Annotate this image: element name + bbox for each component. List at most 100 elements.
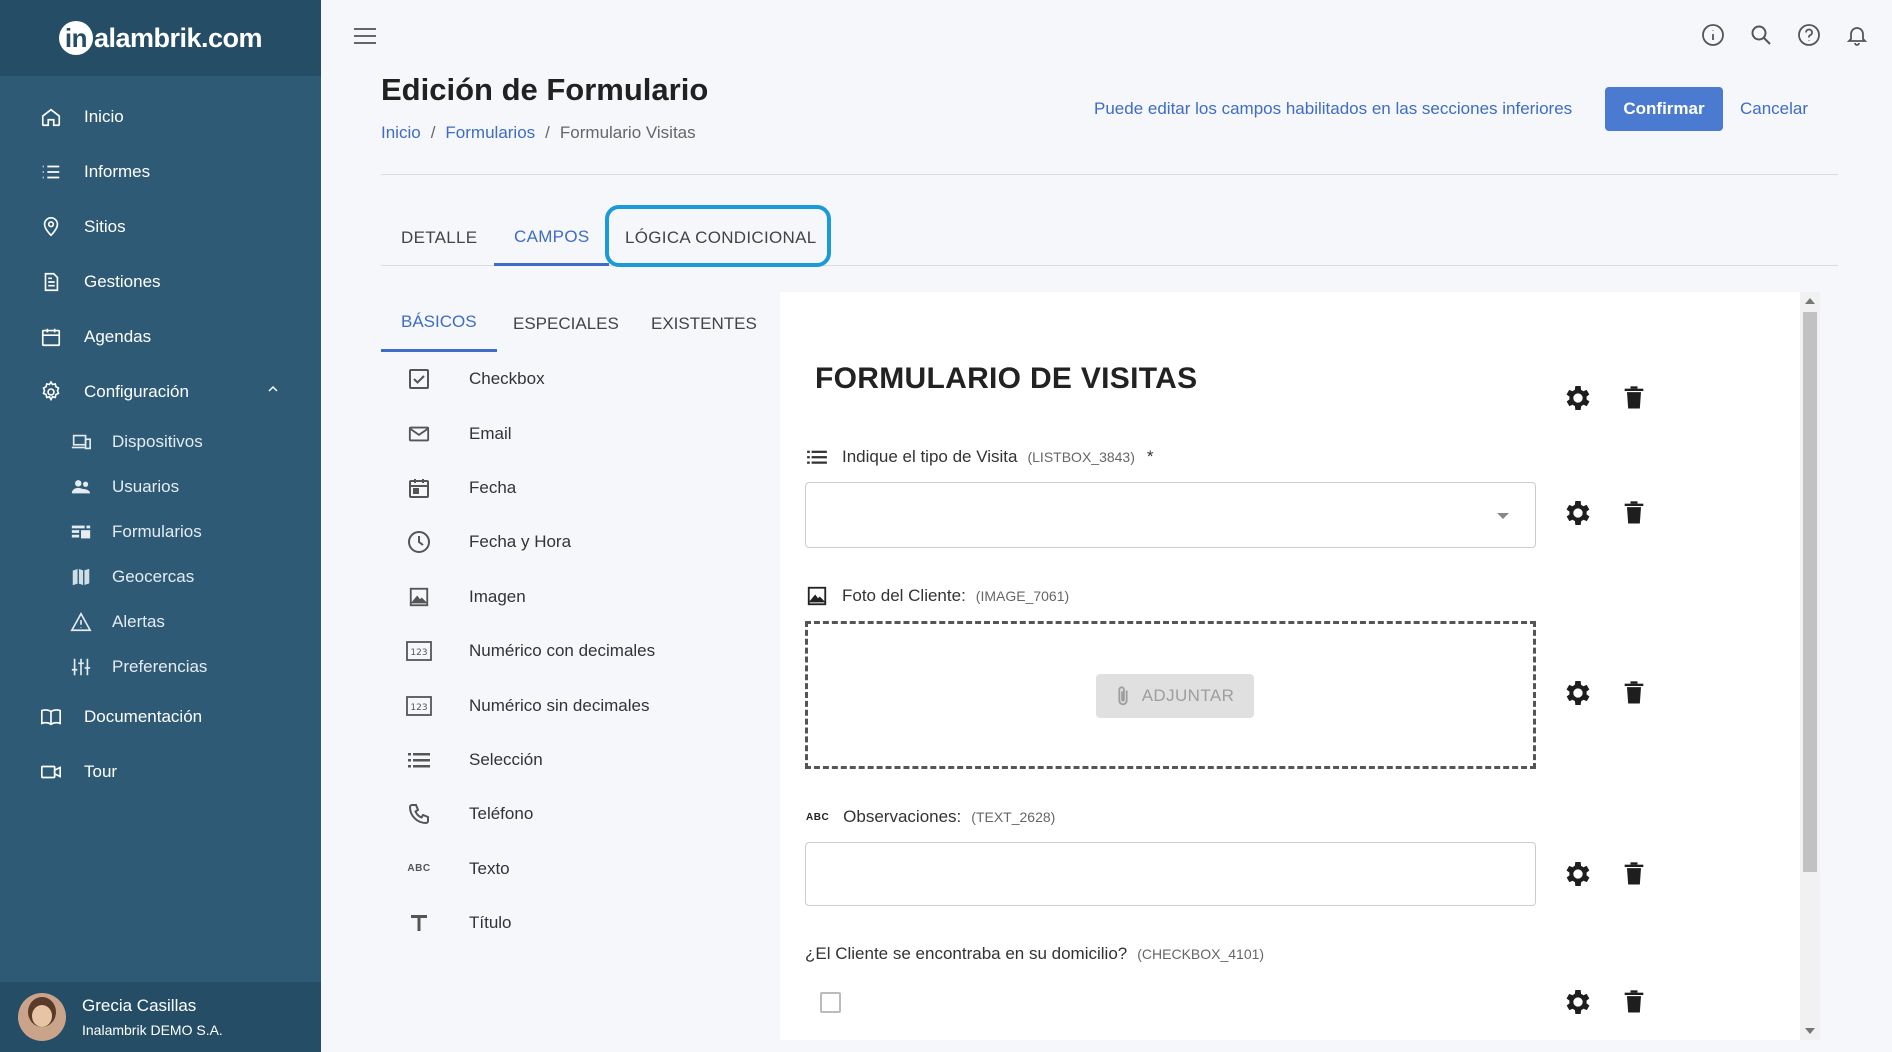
tab-campos[interactable]: CAMPOS	[494, 210, 610, 266]
svg-text:123: 123	[410, 703, 427, 713]
field-type-imagen[interactable]: Imagen	[381, 570, 741, 624]
breadcrumb-separator: /	[430, 123, 436, 142]
form-icon	[68, 519, 94, 545]
form-preview-panel: FORMULARIO DE VISITAS Indique el tipo de…	[780, 292, 1820, 1040]
sidebar-item-configuracion[interactable]: Configuración	[0, 364, 321, 419]
main-tabs: DETALLE CAMPOS LÓGICA CONDICIONAL	[381, 210, 1838, 266]
paperclip-icon	[1118, 686, 1128, 706]
sidebar-item-tour[interactable]: Tour	[0, 744, 321, 799]
sidebar-item-agendas[interactable]: Agendas	[0, 309, 321, 364]
sidebar-subitem-preferencias[interactable]: Preferencias	[0, 644, 321, 689]
field-type-texto[interactable]: ABC Texto	[381, 842, 741, 896]
confirm-button[interactable]: Confirmar	[1605, 87, 1723, 131]
field-type-label: Fecha y Hora	[469, 532, 572, 552]
field-type-numerico-decimales[interactable]: 123 Numérico con decimales	[381, 624, 741, 678]
hamburger-menu-icon[interactable]	[353, 26, 377, 51]
chevron-up-icon[interactable]	[265, 381, 281, 402]
subtab-especiales[interactable]: ESPECIALES	[513, 295, 619, 352]
field-label-foto-cliente: Foto del Cliente: (IMAGE_7061)	[806, 585, 1069, 607]
settings-gear-icon[interactable]	[1562, 677, 1594, 709]
sidebar-subitem-label: Preferencias	[112, 656, 208, 676]
scroll-thumb[interactable]	[1803, 312, 1817, 872]
trash-icon[interactable]	[1618, 986, 1650, 1018]
settings-gear-icon[interactable]	[1562, 858, 1594, 890]
scroll-up-arrow-icon[interactable]	[1805, 298, 1815, 304]
field-type-label: Selección	[469, 749, 543, 769]
warning-icon	[68, 609, 94, 635]
trash-icon[interactable]	[1618, 677, 1650, 709]
sidebar-subitem-geocercas[interactable]: Geocercas	[0, 554, 321, 599]
sidebar-item-label: Informes	[84, 161, 151, 181]
breadcrumb-formularios[interactable]: Formularios	[445, 123, 535, 143]
trash-icon[interactable]	[1618, 858, 1650, 890]
field-type-seleccion[interactable]: Selección	[381, 733, 741, 787]
scroll-down-arrow-icon[interactable]	[1805, 1028, 1815, 1034]
dropdown-caret-icon	[1497, 513, 1509, 519]
sidebar-item-sitios[interactable]: Sitios	[0, 199, 321, 254]
list-icon	[38, 159, 64, 185]
bell-icon[interactable]	[1844, 22, 1870, 48]
tab-logica-condicional[interactable]: LÓGICA CONDICIONAL	[625, 210, 817, 266]
top-toolbar	[1700, 22, 1870, 48]
search-icon[interactable]	[1748, 22, 1774, 48]
field-type-numerico-sin-decimales[interactable]: 123 Numérico sin decimales	[381, 678, 741, 732]
sidebar-subitem-dispositivos[interactable]: Dispositivos	[0, 419, 321, 464]
field-code: (TEXT_2628)	[971, 809, 1056, 825]
field-type-titulo[interactable]: Título	[381, 896, 741, 950]
form-title: FORMULARIO DE VISITAS	[815, 362, 1198, 395]
sidebar-item-informes[interactable]: Informes	[0, 144, 321, 199]
settings-gear-icon[interactable]	[1562, 986, 1594, 1018]
field-type-fecha-hora[interactable]: Fecha y Hora	[381, 515, 741, 569]
panel-scrollbar[interactable]	[1800, 292, 1820, 1040]
sidebar-subitem-usuarios[interactable]: Usuarios	[0, 464, 321, 509]
trash-icon[interactable]	[1618, 497, 1650, 529]
field-type-label: Email	[469, 423, 512, 443]
tab-detalle[interactable]: DETALLE	[401, 210, 477, 266]
sidebar-item-label: Agendas	[84, 326, 152, 346]
breadcrumb-inicio[interactable]: Inicio	[381, 123, 421, 143]
breadcrumb-separator: /	[545, 123, 550, 142]
field-type-checkbox[interactable]: Checkbox	[381, 352, 741, 406]
logo-bar: in alambrik.com	[0, 0, 321, 76]
video-icon	[38, 759, 64, 785]
observaciones-input[interactable]	[805, 842, 1536, 906]
image-upload-area[interactable]: ADJUNTAR	[805, 621, 1536, 769]
cancel-button[interactable]: Cancelar	[1740, 87, 1808, 131]
edit-hint: Puede editar los campos habilitados en l…	[1094, 99, 1573, 118]
sidebar-subitem-formularios[interactable]: Formularios	[0, 509, 321, 554]
field-type-fecha[interactable]: Fecha	[381, 461, 741, 515]
attach-button[interactable]: ADJUNTAR	[1096, 674, 1254, 718]
svg-text:123: 123	[410, 648, 427, 658]
document-icon	[38, 269, 64, 295]
subtab-existentes[interactable]: EXISTENTES	[651, 295, 757, 352]
required-marker: *	[1146, 447, 1154, 466]
tipo-visita-select[interactable]	[805, 482, 1536, 548]
sidebar-item-documentacion[interactable]: Documentación	[0, 689, 321, 744]
numeric-icon: 123	[401, 695, 437, 717]
cliente-domicilio-checkbox[interactable]	[820, 992, 841, 1013]
email-icon	[401, 423, 437, 445]
subtab-basicos[interactable]: BÁSICOS	[381, 295, 497, 352]
page-title: Edición de Formulario	[381, 72, 709, 107]
sidebar-item-gestiones[interactable]: Gestiones	[0, 254, 321, 309]
trash-icon[interactable]	[1618, 382, 1650, 414]
sidebar-item-label: Documentación	[84, 706, 203, 726]
field-type-label: Texto	[469, 858, 510, 878]
sidebar-subitem-alertas[interactable]: Alertas	[0, 599, 321, 644]
field-actions	[1562, 497, 1650, 529]
home-icon	[38, 104, 64, 130]
field-type-label: Imagen	[469, 586, 526, 606]
settings-gear-icon[interactable]	[1562, 497, 1594, 529]
info-icon[interactable]	[1700, 22, 1726, 48]
sidebar-subitem-label: Alertas	[112, 611, 165, 631]
settings-gear-icon[interactable]	[1562, 382, 1594, 414]
sidebar-item-inicio[interactable]: Inicio	[0, 89, 321, 144]
text-abc-icon: ABC	[407, 863, 431, 875]
phone-icon	[401, 802, 437, 826]
field-label-tipo-visita: Indique el tipo de Visita (LISTBOX_3843)…	[806, 447, 1154, 467]
field-type-email[interactable]: Email	[381, 406, 741, 460]
user-profile[interactable]: Grecia Casillas Inalambrik DEMO S.A.	[0, 982, 321, 1052]
field-type-telefono[interactable]: Teléfono	[381, 787, 741, 841]
help-icon[interactable]	[1796, 22, 1822, 48]
brand-logo[interactable]: in alambrik.com	[58, 21, 263, 55]
